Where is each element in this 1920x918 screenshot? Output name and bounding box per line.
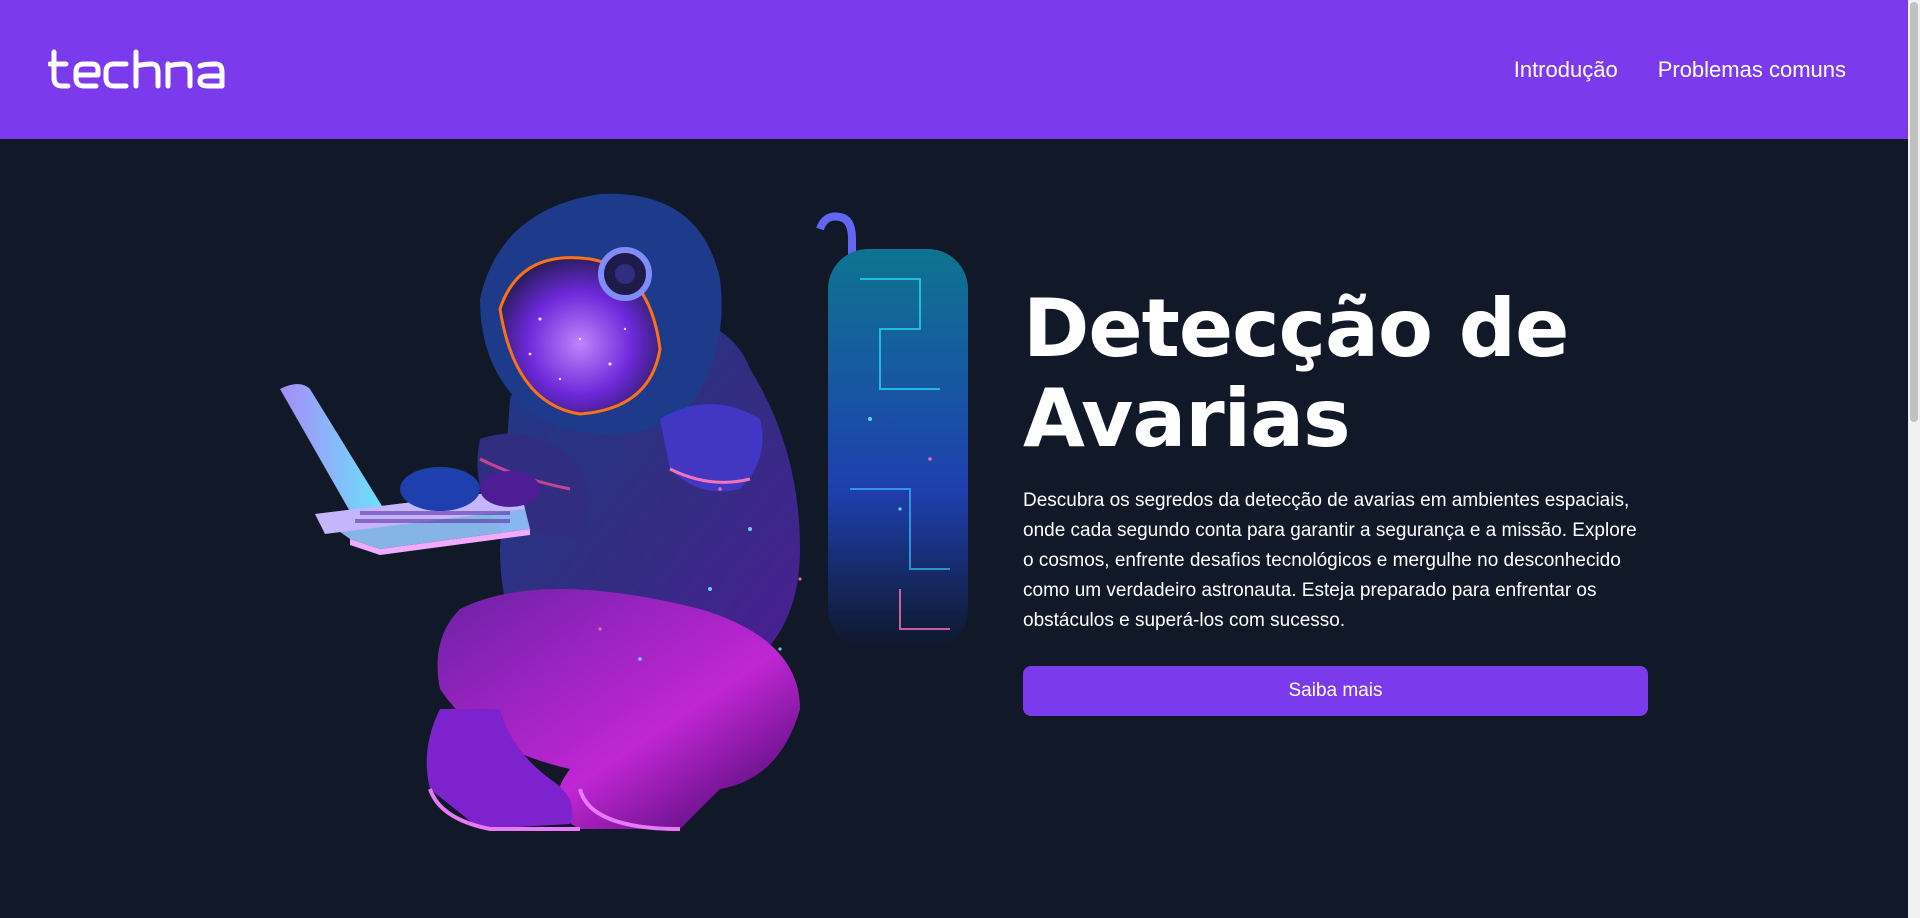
hero-section: Detecção de Avarias Descubra os segredos…	[0, 139, 1908, 918]
site-header: Introdução Problemas comuns	[0, 0, 1908, 139]
astronaut-illustration	[280, 193, 968, 831]
saiba-mais-button[interactable]: Saiba mais	[1023, 666, 1648, 716]
logo-link[interactable]	[48, 48, 242, 92]
hero-description: Descubra os segredos da detecção de avar…	[1023, 490, 1637, 631]
page-scrollbar[interactable]	[1908, 0, 1920, 918]
main-nav: Introdução Problemas comuns	[1514, 57, 1846, 83]
page: Introdução Problemas comuns Detecção de …	[0, 0, 1920, 918]
nav-link-problemas-comuns[interactable]: Problemas comuns	[1658, 57, 1846, 83]
scrollbar-thumb[interactable]	[1910, 2, 1918, 422]
hero-content: Detecção de Avarias Descubra os segredos…	[1023, 284, 1651, 716]
hero-title: Detecção de Avarias	[1023, 282, 1569, 465]
oxygen-tank	[816, 212, 968, 649]
techna-logo	[48, 49, 225, 88]
nav-link-introducao[interactable]: Introdução	[1514, 57, 1618, 83]
